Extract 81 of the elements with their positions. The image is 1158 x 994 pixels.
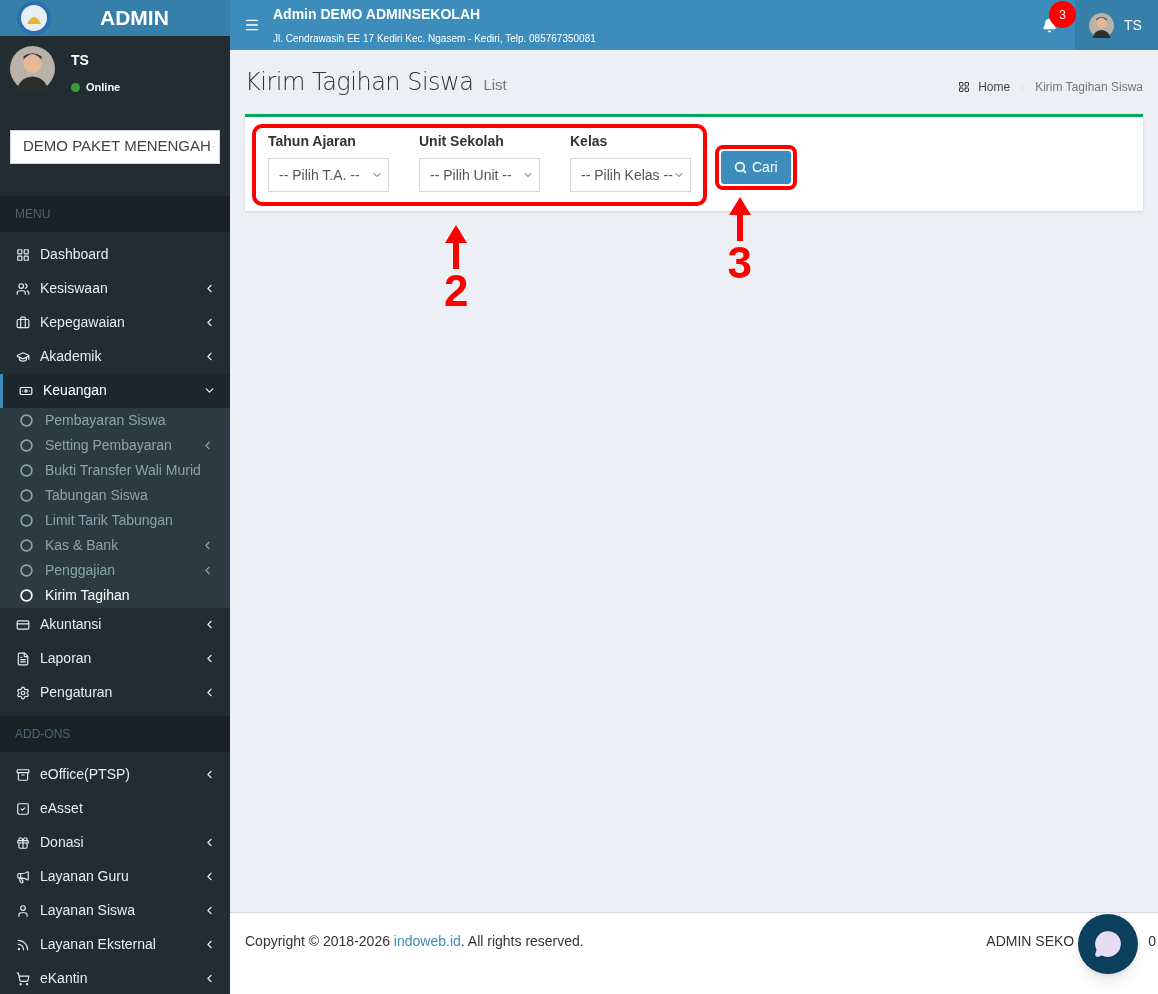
menu-icon[interactable] bbox=[244, 17, 260, 33]
user-menu[interactable]: TS bbox=[1075, 0, 1158, 50]
circle-icon bbox=[20, 463, 33, 477]
annotation-number: 3 bbox=[727, 241, 752, 285]
rss-icon bbox=[16, 937, 30, 952]
checkbox-icon bbox=[16, 801, 30, 816]
megaphone-icon bbox=[16, 869, 30, 884]
menu-item[interactable]: Laporan bbox=[0, 641, 230, 676]
footer-link[interactable]: indoweb.id bbox=[393, 933, 461, 949]
copyright-text: Copyright © 2018-2026 indoweb.id. All rights reserved. bbox=[245, 932, 584, 951]
filter-select[interactable]: -- Pilih T.A. -- bbox=[268, 158, 389, 192]
user-name: TS bbox=[71, 51, 90, 70]
notification-count: 3 bbox=[1049, 1, 1076, 28]
submenu-item[interactable]: Kas & Bank bbox=[0, 532, 230, 558]
menu-item[interactable]: eAsset bbox=[0, 791, 230, 826]
user-avatar bbox=[1089, 12, 1114, 38]
graduation-cap-icon bbox=[16, 349, 30, 364]
school-select[interactable]: DEMO PAKET MENENGAH bbox=[10, 129, 220, 164]
menu-header: ADD-ONS bbox=[0, 715, 230, 752]
circle-icon bbox=[20, 438, 33, 452]
page-title: Kirim Tagihan Siswa bbox=[245, 67, 474, 98]
menu-item[interactable]: Layanan Siswa bbox=[0, 893, 230, 928]
submenu-item[interactable]: Tabungan Siswa bbox=[0, 482, 230, 508]
gear-icon bbox=[16, 685, 30, 700]
submenu-item[interactable]: Limit Tarik Tabungan bbox=[0, 507, 230, 533]
menu-item[interactable]: Dashboard bbox=[0, 237, 230, 272]
circle-icon bbox=[20, 413, 33, 427]
version-text: 0 bbox=[1148, 932, 1156, 951]
person-icon bbox=[16, 903, 30, 918]
menu-item[interactable]: eOffice(PTSP) bbox=[0, 757, 230, 792]
submenu-item[interactable]: Bukti Transfer Wali Murid bbox=[0, 457, 230, 483]
logo-icon bbox=[16, 0, 52, 36]
search-icon bbox=[734, 161, 747, 174]
menu-item[interactable]: Pengaturan bbox=[0, 675, 230, 710]
menu-item[interactable]: Donasi bbox=[0, 825, 230, 860]
grid-icon bbox=[16, 247, 30, 262]
menu-item[interactable]: Layanan Guru bbox=[0, 859, 230, 894]
gift-icon bbox=[16, 835, 30, 850]
briefcase-icon bbox=[16, 315, 30, 330]
circle-icon bbox=[20, 538, 33, 552]
grid-icon bbox=[958, 81, 971, 93]
menu-header: MENU bbox=[0, 195, 230, 232]
filter-select[interactable]: -- Pilih Unit -- bbox=[419, 158, 540, 192]
filter-label: Unit Sekolah bbox=[419, 132, 505, 151]
brand-title: ADMIN bbox=[100, 5, 169, 32]
submenu-item[interactable]: Penggajian bbox=[0, 557, 230, 583]
annotation-arrow bbox=[728, 197, 751, 241]
submenu-item[interactable]: Pembayaran Siswa bbox=[0, 407, 230, 433]
page-subtitle: List bbox=[483, 75, 507, 95]
filter-label: Kelas bbox=[570, 132, 609, 151]
circle-icon bbox=[20, 488, 33, 502]
users-icon bbox=[16, 281, 30, 296]
search-button[interactable]: Cari bbox=[721, 151, 791, 184]
submenu-item[interactable]: Setting Pembayaran bbox=[0, 432, 230, 458]
circle-icon bbox=[20, 588, 33, 602]
filter-select[interactable]: -- Pilih Kelas -- bbox=[570, 158, 691, 192]
breadcrumb-item: Kirim Tagihan Siswa bbox=[1035, 79, 1143, 96]
user-avatar bbox=[10, 46, 55, 91]
submenu-item[interactable]: Kirim Tagihan bbox=[0, 582, 230, 608]
annotation-number: 2 bbox=[444, 269, 469, 313]
circle-icon bbox=[20, 513, 33, 527]
user-status: Online bbox=[86, 80, 121, 95]
menu-item[interactable]: eKantin bbox=[0, 961, 230, 994]
menu-item[interactable]: Akademik bbox=[0, 339, 230, 374]
version-text: ADMIN SEKO bbox=[986, 932, 1075, 951]
school-address: Jl. Cendrawasih EE 17 Kediri Kec. Ngasem - Kediri, Telp. 085767350081 bbox=[273, 32, 597, 46]
annotation-arrow bbox=[445, 225, 468, 269]
document-icon bbox=[16, 651, 30, 666]
card-icon bbox=[16, 617, 30, 632]
filter-label: Tahun Ajaran bbox=[268, 132, 357, 151]
app-title: Admin DEMO ADMINSEKOLAH bbox=[273, 5, 482, 24]
archive-icon bbox=[16, 767, 30, 782]
menu-item[interactable]: Keuangan bbox=[0, 373, 230, 408]
circle-icon bbox=[20, 563, 33, 577]
menu-item[interactable]: Kesiswaan bbox=[0, 271, 230, 306]
menu-item[interactable]: Kepegawaian bbox=[0, 305, 230, 340]
menu-item[interactable]: Layanan Eksternal bbox=[0, 927, 230, 962]
menu-item[interactable]: Akuntansi bbox=[0, 607, 230, 642]
cart-icon bbox=[16, 971, 30, 986]
breadcrumb-item[interactable]: Home bbox=[978, 78, 1011, 96]
chat-icon bbox=[1094, 930, 1122, 958]
